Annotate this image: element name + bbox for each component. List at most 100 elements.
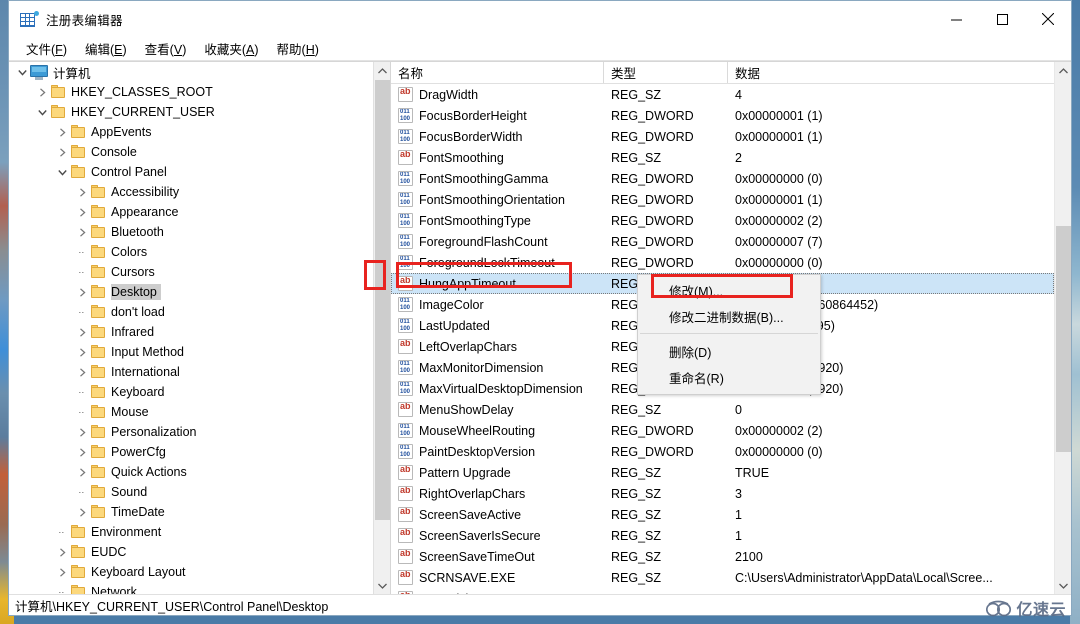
- menu-item-1[interactable]: 编辑(E): [76, 37, 136, 60]
- tree-item[interactable]: Personalization: [9, 422, 373, 442]
- menu-item-2[interactable]: 查看(V): [136, 37, 196, 60]
- table-row[interactable]: MouseWheelRoutingREG_DWORD0x00000002 (2): [391, 420, 1054, 441]
- chevron-right-icon[interactable]: [74, 322, 90, 342]
- tree-item[interactable]: Network: [9, 582, 373, 594]
- table-row[interactable]: RightOverlapCharsREG_SZ3: [391, 483, 1054, 504]
- context-menu-item[interactable]: 修改二进制数据(B)...: [638, 303, 820, 329]
- folder-icon: [70, 545, 86, 559]
- tree-item[interactable]: Infrared: [9, 322, 373, 342]
- chevron-right-icon[interactable]: [54, 142, 70, 162]
- tree-item[interactable]: Control Panel: [9, 162, 373, 182]
- tree-item[interactable]: Quick Actions: [9, 462, 373, 482]
- tree-item[interactable]: HKEY_CLASSES_ROOT: [9, 82, 373, 102]
- table-row[interactable]: PaintDesktopVersionREG_DWORD0x00000000 (…: [391, 441, 1054, 462]
- tree-item[interactable]: Sound: [9, 482, 373, 502]
- string-value-icon: [398, 549, 413, 564]
- table-row[interactable]: ScreenSaveActiveREG_SZ1: [391, 504, 1054, 525]
- minimize-button[interactable]: [933, 1, 979, 37]
- context-menu-item[interactable]: 修改(M)...: [638, 277, 820, 303]
- tree-item[interactable]: Environment: [9, 522, 373, 542]
- table-row[interactable]: DragWidthREG_SZ4: [391, 84, 1054, 105]
- column-header-type[interactable]: 类型: [604, 62, 728, 83]
- table-row[interactable]: SnapSizingREG_SZ1: [391, 588, 1054, 594]
- table-row[interactable]: FontSmoothingOrientationREG_DWORD0x00000…: [391, 189, 1054, 210]
- chevron-right-icon[interactable]: [74, 462, 90, 482]
- list-scrollbar[interactable]: [1054, 62, 1071, 594]
- tree-item[interactable]: International: [9, 362, 373, 382]
- tree-item[interactable]: EUDC: [9, 542, 373, 562]
- list-scroll-up-button[interactable]: [1055, 62, 1071, 79]
- chevron-right-icon[interactable]: [74, 182, 90, 202]
- chevron-right-icon[interactable]: [74, 202, 90, 222]
- table-row[interactable]: ScreenSaveTimeOutREG_SZ2100: [391, 546, 1054, 567]
- context-menu-item[interactable]: 删除(D): [638, 338, 820, 364]
- chevron-right-icon[interactable]: [74, 362, 90, 382]
- list-scroll-down-button[interactable]: [1055, 577, 1071, 594]
- chevron-right-icon[interactable]: [74, 222, 90, 242]
- table-row[interactable]: FontSmoothingGammaREG_DWORD0x00000000 (0…: [391, 168, 1054, 189]
- column-header-data[interactable]: 数据: [728, 62, 1071, 83]
- tree-item[interactable]: Appearance: [9, 202, 373, 222]
- chevron-right-icon[interactable]: [34, 82, 50, 102]
- chevron-right-icon[interactable]: [74, 342, 90, 362]
- value-name: PaintDesktopVersion: [419, 445, 535, 459]
- table-row[interactable]: FontSmoothingTypeREG_DWORD0x00000002 (2): [391, 210, 1054, 231]
- tree-scrollbar[interactable]: [373, 62, 390, 594]
- context-menu-item[interactable]: 重命名(R): [638, 364, 820, 390]
- chevron-down-icon[interactable]: [54, 162, 70, 182]
- value-name: FocusBorderWidth: [419, 130, 523, 144]
- table-row[interactable]: ForegroundFlashCountREG_DWORD0x00000007 …: [391, 231, 1054, 252]
- cell-name: MenuShowDelay: [391, 402, 604, 417]
- tree-item[interactable]: don't load: [9, 302, 373, 322]
- table-row[interactable]: ScreenSaverIsSecureREG_SZ1: [391, 525, 1054, 546]
- menu-item-0[interactable]: 文件(F): [17, 37, 76, 60]
- tree-item[interactable]: AppEvents: [9, 122, 373, 142]
- maximize-button[interactable]: [979, 1, 1025, 37]
- tree-item[interactable]: Bluetooth: [9, 222, 373, 242]
- table-row[interactable]: FocusBorderHeightREG_DWORD0x00000001 (1): [391, 105, 1054, 126]
- table-row[interactable]: Pattern UpgradeREG_SZTRUE: [391, 462, 1054, 483]
- cell-data: 2: [728, 151, 1054, 165]
- tree-scrollbar-thumb[interactable]: [375, 80, 390, 520]
- column-header-name[interactable]: 名称: [391, 62, 604, 83]
- table-row[interactable]: FocusBorderWidthREG_DWORD0x00000001 (1): [391, 126, 1054, 147]
- tree-item[interactable]: TimeDate: [9, 502, 373, 522]
- cell-name: ForegroundLockTimeout: [391, 255, 604, 270]
- chevron-right-icon[interactable]: [74, 502, 90, 522]
- tree-item[interactable]: Cursors: [9, 262, 373, 282]
- tree-scroll-up-button[interactable]: [374, 62, 391, 79]
- tree-item-label: Input Method: [111, 344, 188, 360]
- tree-item[interactable]: 计算机: [9, 62, 373, 82]
- list-scrollbar-thumb[interactable]: [1056, 226, 1071, 452]
- value-name: ScreenSaveTimeOut: [419, 550, 535, 564]
- tree-item[interactable]: Console: [9, 142, 373, 162]
- chevron-down-icon[interactable]: [34, 102, 50, 122]
- menu-item-3[interactable]: 收藏夹(A): [195, 37, 267, 60]
- tree-item[interactable]: PowerCfg: [9, 442, 373, 462]
- chevron-right-icon[interactable]: [74, 282, 90, 302]
- cell-name: MaxVirtualDesktopDimension: [391, 381, 604, 396]
- chevron-right-icon[interactable]: [54, 542, 70, 562]
- tree-item[interactable]: Mouse: [9, 402, 373, 422]
- chevron-right-icon[interactable]: [74, 422, 90, 442]
- tree-item[interactable]: Colors: [9, 242, 373, 262]
- table-row[interactable]: SCRNSAVE.EXEREG_SZC:\Users\Administrator…: [391, 567, 1054, 588]
- close-button[interactable]: [1025, 1, 1071, 37]
- tree-item[interactable]: Desktop: [9, 282, 373, 302]
- tree-item[interactable]: Accessibility: [9, 182, 373, 202]
- cell-type: REG_DWORD: [604, 235, 728, 249]
- tree-item[interactable]: Input Method: [9, 342, 373, 362]
- chevron-right-icon[interactable]: [74, 442, 90, 462]
- menu-item-4[interactable]: 帮助(H): [268, 37, 328, 60]
- tree-scroll-down-button[interactable]: [374, 577, 391, 594]
- table-row[interactable]: ForegroundLockTimeoutREG_DWORD0x00000000…: [391, 252, 1054, 273]
- tree-item[interactable]: Keyboard: [9, 382, 373, 402]
- table-row[interactable]: MenuShowDelayREG_SZ0: [391, 399, 1054, 420]
- tree-item[interactable]: Keyboard Layout: [9, 562, 373, 582]
- dword-value-icon: [398, 108, 413, 123]
- tree-item[interactable]: HKEY_CURRENT_USER: [9, 102, 373, 122]
- table-row[interactable]: FontSmoothingREG_SZ2: [391, 147, 1054, 168]
- chevron-right-icon[interactable]: [54, 562, 70, 582]
- chevron-down-icon[interactable]: [14, 62, 30, 82]
- chevron-right-icon[interactable]: [54, 122, 70, 142]
